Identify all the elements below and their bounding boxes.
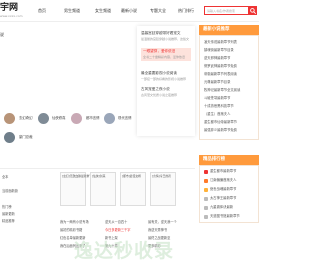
nav-home[interactable]: 首页 [38, 9, 46, 13]
search-input[interactable]: 请输入书名/作者搜索 [204, 6, 250, 15]
dropdown-item-sub: 古风宠文优质小说之夜推荐 [141, 93, 178, 97]
rank-4-icon [204, 197, 208, 201]
right-panel-header: 最新小说推荐 [199, 25, 259, 35]
category-label[interactable]: 都市言情 [86, 116, 100, 120]
section-divider [0, 168, 195, 169]
list-item[interactable]: （重生）首席夫人 [204, 112, 230, 116]
list-item[interactable]: 帝霸最新章节列表阅读 [204, 72, 237, 76]
nav-latest[interactable]: 最新小说 [121, 9, 137, 13]
list-col-b[interactable]: 逆天从一百四十 [105, 220, 127, 224]
right-panel-title: 最新小说推荐 [203, 27, 230, 32]
dropdown-item-sub: 全书二十章精彩内容，爱你依旧 [143, 55, 186, 59]
dropdown-item[interactable]: 最全重要影视小说阅读 [141, 71, 177, 76]
side-label[interactable]: 当前面新篇 [2, 189, 18, 193]
category-label[interactable]: 仙侠修真 [52, 116, 66, 120]
nav-female[interactable]: 女生频道 [95, 9, 111, 13]
list-item[interactable]: 十成熟悉黑科技章节 [204, 104, 234, 108]
list-col-a[interactable]: 我为一两有小说专场 [60, 220, 89, 224]
list-item[interactable]: 元尊最新章节目录 [204, 80, 230, 84]
list-col-a[interactable]: 最初的精彩书籍 [60, 228, 82, 232]
book-card[interactable]: [仙侠]剑来 [90, 172, 116, 206]
category-label[interactable]: 豪门总裁 [19, 135, 33, 139]
nav-male[interactable]: 男生频道 [64, 9, 80, 13]
search-placeholder: 请输入书名/作者搜索 [207, 8, 236, 13]
dropdown-item[interactable]: 一眼望穿，爱你依旧 [143, 49, 175, 54]
search-icon[interactable] [248, 6, 257, 15]
nav-ranking[interactable]: 热门排行 [178, 9, 194, 13]
dropdown-item[interactable]: 温馨宫廷穿越带好看宠文 [141, 31, 181, 36]
right-panel-list: 凌天传说最新章节列表 镇魂街最新章节目录 逆天邪神最新章节 修罗武神最新章节免费… [199, 35, 259, 140]
list-col-c[interactable]: 最有关，逆天我一个 [148, 220, 177, 224]
list-item[interactable]: 凌天传说最新章节列表 [204, 40, 237, 44]
category-thumb[interactable] [104, 113, 115, 124]
rank-2-icon [204, 179, 208, 183]
ranking-title: 精品排行榜 [203, 157, 225, 162]
book-card[interactable]: [言情]冷王的药 [150, 172, 176, 206]
list-col-b[interactable]: 今日多更新三千字 [105, 228, 131, 232]
book-title[interactable]: [仙侠]剑来 [92, 175, 105, 178]
category-label[interactable]: 现代言情 [118, 116, 132, 120]
dropdown-item-sub: 一部接一部的好看的影视小说推荐 [141, 77, 187, 81]
category-thumb[interactable] [38, 113, 49, 124]
category-thumb[interactable] [71, 113, 82, 124]
category-label[interactable]: 玄幻奇幻 [19, 116, 33, 120]
ranking-item[interactable]: 绝世战魂最新章节 [210, 187, 236, 191]
rank-6-icon [204, 215, 208, 219]
list-item[interactable]: 最强弃少最新章节免费 [204, 128, 237, 132]
ranking-item[interactable]: 九星霸体诀最新 [210, 205, 233, 209]
dropdown-item-sub: 最温馨的宫廷穿越小说推荐，这些文 [141, 37, 190, 41]
rank-3-icon [204, 188, 208, 192]
book-title[interactable]: [玄幻]无敌血脉最新章节 [62, 175, 92, 178]
ranking-item[interactable]: 重生都市最新章节 [210, 169, 236, 173]
category-thumb[interactable] [4, 132, 15, 143]
header-divider [0, 21, 259, 22]
recommend-dropdown: 温馨宫廷穿越带好看宠文 最温馨的宫廷穿越小说推荐，这些文 一眼望穿，爱你依旧 全… [137, 26, 195, 136]
list-item[interactable]: 斗破苍穹最新章节 [204, 96, 230, 100]
side-label[interactable]: 全本 [2, 175, 8, 179]
section-label: 说 [0, 32, 4, 37]
rank-5-icon [204, 206, 208, 210]
list-col-c[interactable]: 我逆天秀神书 [148, 228, 167, 232]
side-label[interactable]: 最新更新 [2, 212, 15, 216]
ranking-item[interactable]: 江南偏偏首席夫人 [210, 178, 236, 182]
site-logo[interactable]: 宇网 [0, 4, 18, 13]
list-item[interactable]: 牧神记最新章节全文阅读 [204, 88, 240, 92]
rank-1-icon [204, 170, 208, 174]
nav-topics[interactable]: 专题大全 [150, 9, 166, 13]
watermark: 逸达秒收录 [74, 240, 175, 262]
list-item[interactable]: 镇魂街最新章节目录 [204, 48, 234, 52]
book-card[interactable]: [玄幻]无敌血脉最新章节 [60, 172, 92, 206]
ranking-item[interactable]: 太古神王最新章节 [210, 196, 236, 200]
book-title[interactable]: [都市]最佳女婿 [122, 175, 141, 178]
book-title[interactable]: [言情]冷王的药 [152, 175, 171, 178]
list-item[interactable]: 修罗武神最新章节免费 [204, 64, 237, 68]
side-label[interactable]: 热门榜 [2, 205, 12, 209]
dropdown-highlight[interactable]: 一眼望穿，爱你依旧 全书二十章精彩内容，爱你依旧 [141, 48, 191, 61]
side-label[interactable]: 精品推荐 [2, 219, 15, 223]
category-thumb[interactable] [4, 113, 15, 124]
ranking-header: 精品排行榜 [199, 155, 259, 165]
ranking-item[interactable]: 天道图书馆最新章节 [210, 214, 240, 218]
book-card[interactable]: [都市]最佳女婿 [120, 172, 146, 206]
list-item[interactable]: 逆天邪神最新章节 [204, 56, 230, 60]
list-item[interactable]: 重生都市仙帝最新章节 [204, 120, 237, 124]
dropdown-item[interactable]: 古风宠爱之夜小说 [141, 87, 170, 92]
ranking-list: 重生都市最新章节 江南偏偏首席夫人 绝世战魂最新章节 太古神王最新章节 九星霸体… [199, 165, 259, 223]
site-url: www.xxxx.com [0, 14, 23, 18]
